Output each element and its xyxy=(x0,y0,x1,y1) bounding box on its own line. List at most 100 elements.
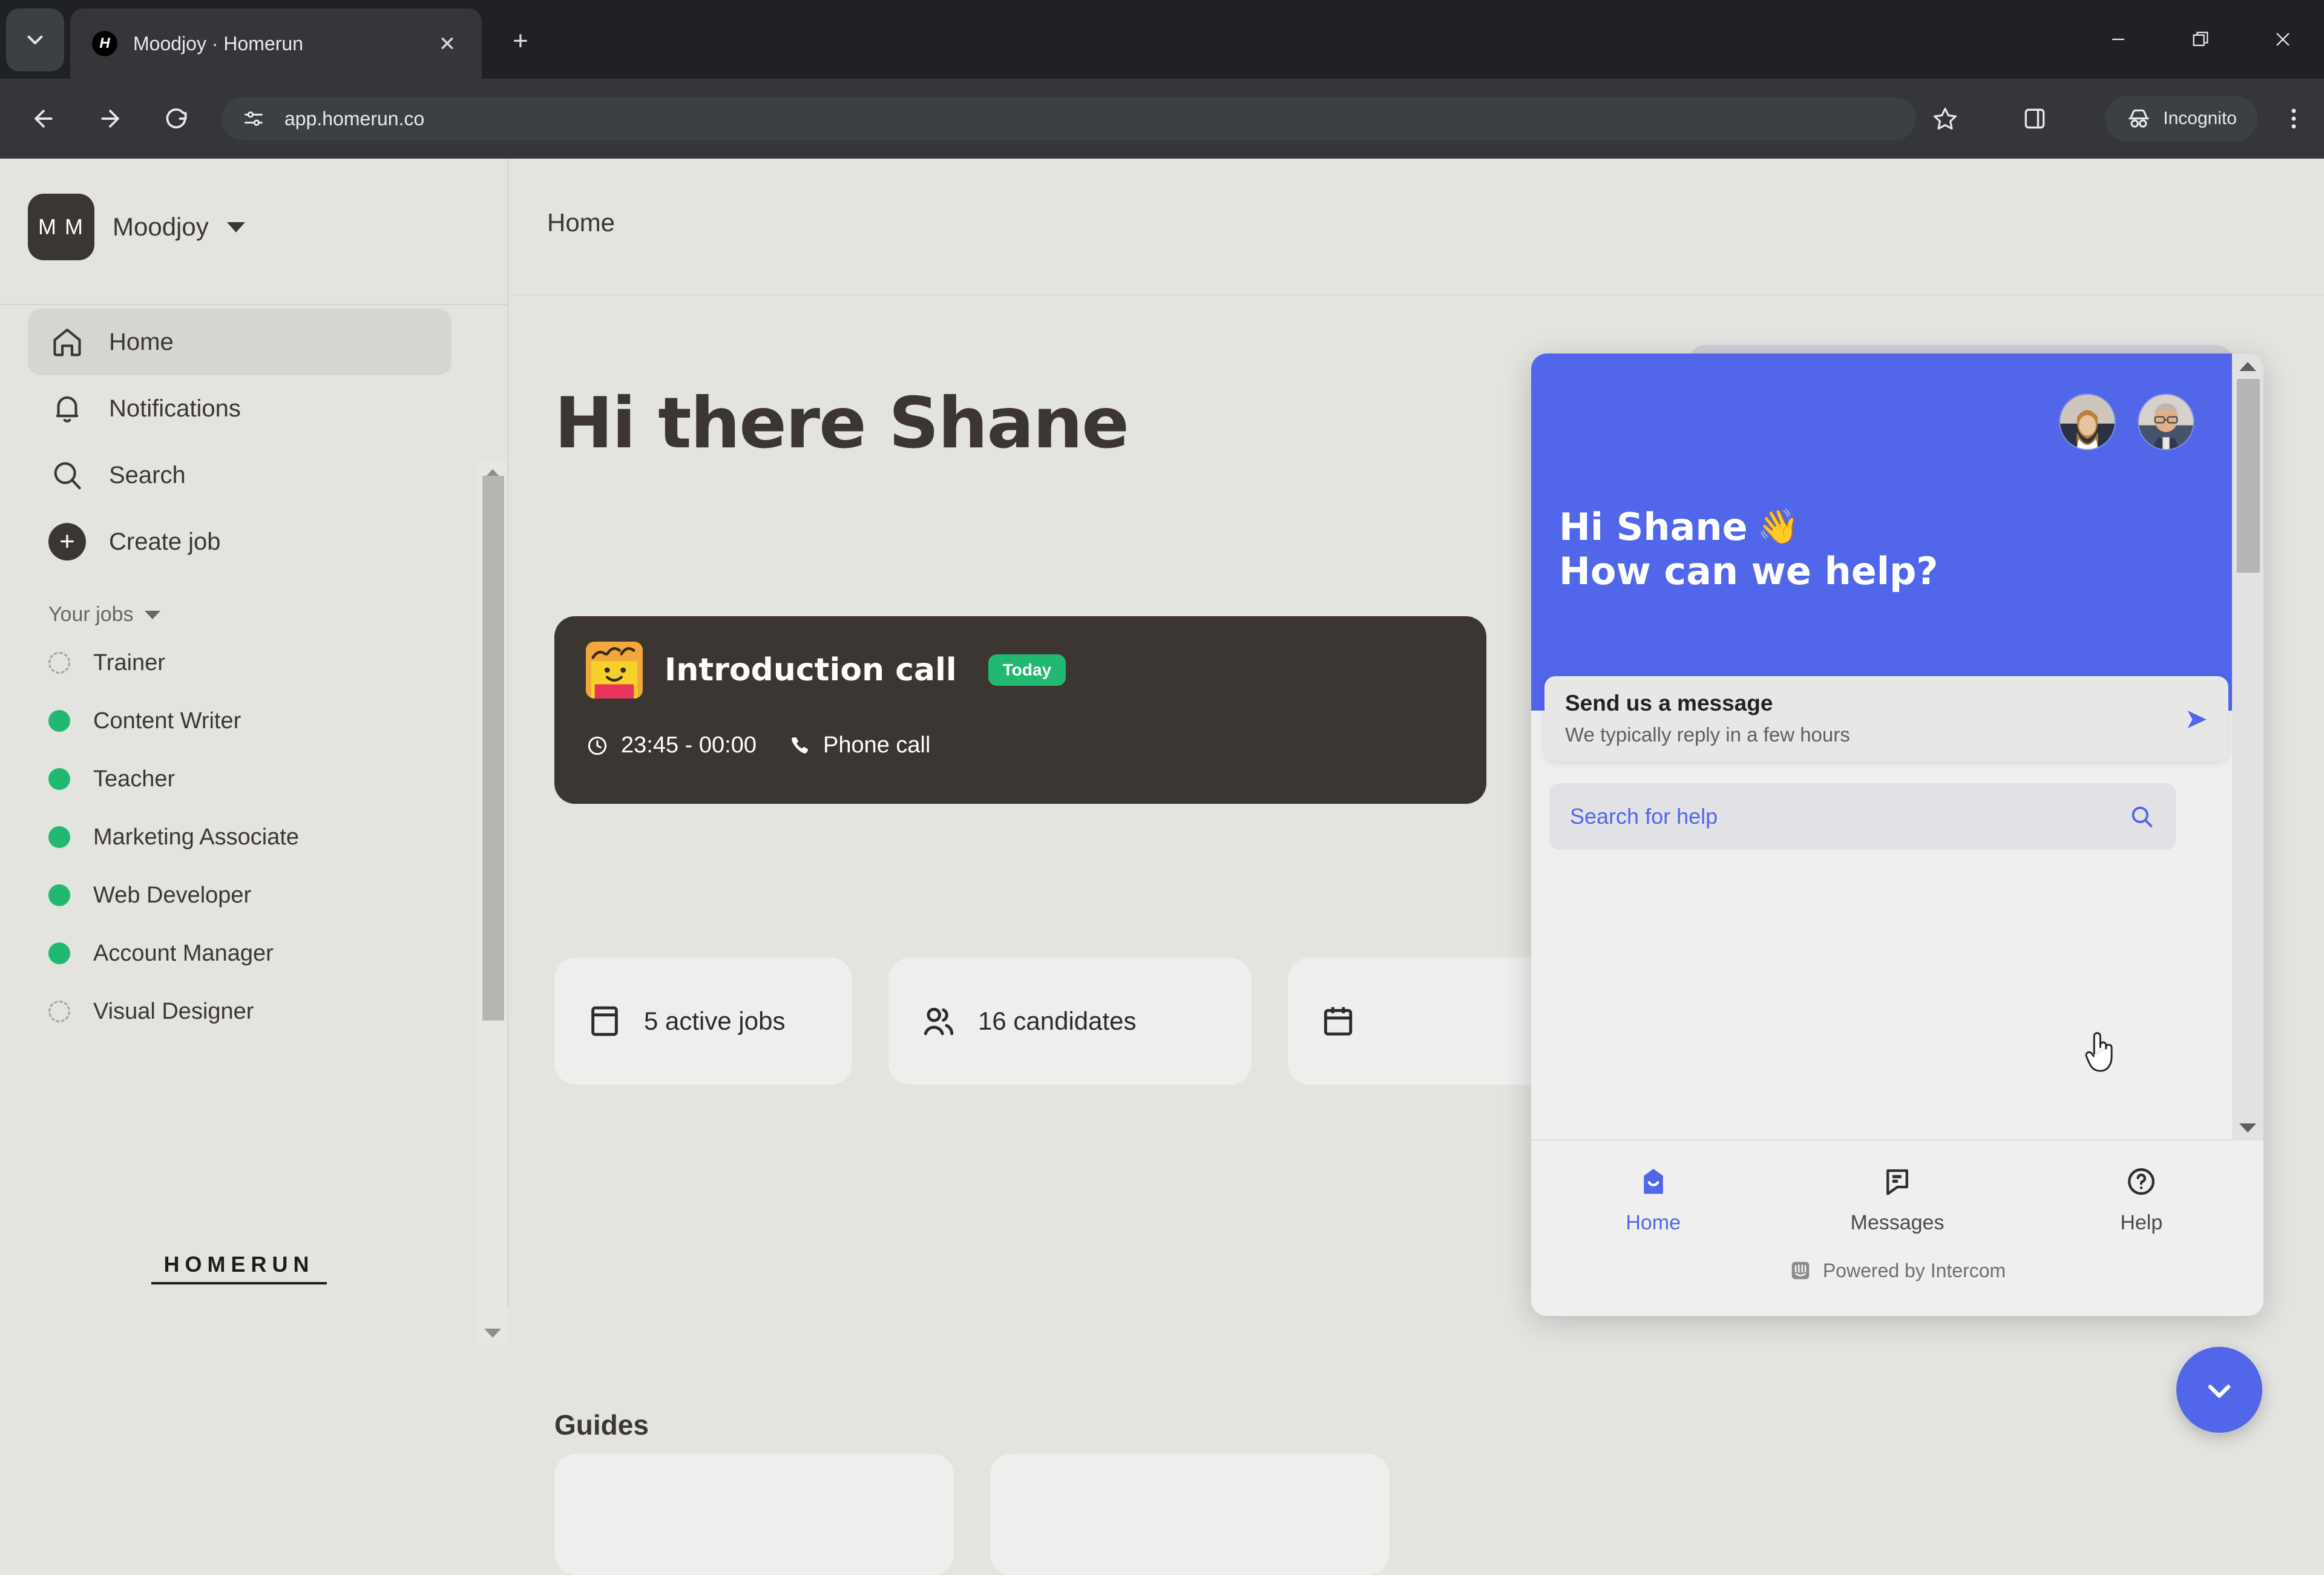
close-tab-icon[interactable]: ✕ xyxy=(435,31,460,57)
job-label: Account Manager xyxy=(93,940,274,966)
greeting-line-2: How can we help? xyxy=(1559,549,1938,594)
site-settings-icon[interactable] xyxy=(238,104,269,134)
homerun-logo: HOMERUN xyxy=(0,1252,478,1284)
messenger-tab-home[interactable]: Home xyxy=(1531,1140,1775,1259)
window-controls xyxy=(2077,0,2324,79)
window-minimize-button[interactable] xyxy=(2077,0,2159,79)
incognito-indicator[interactable]: Incognito xyxy=(2105,96,2257,142)
back-button[interactable] xyxy=(23,98,64,139)
job-label: Web Developer xyxy=(93,882,252,908)
messenger-tab-messages[interactable]: Messages xyxy=(1775,1140,2019,1259)
close-icon xyxy=(2276,33,2290,46)
list-item[interactable]: Account Manager xyxy=(0,924,478,982)
list-item[interactable]: Content Writer xyxy=(0,692,478,750)
list-item[interactable]: Visual Designer xyxy=(0,982,478,1041)
sidebar-item-create-job[interactable]: + Create job xyxy=(28,508,451,575)
status-badge: Today xyxy=(988,654,1066,686)
send-arrow-icon[interactable]: ➤ xyxy=(2184,705,2208,732)
tab-strip: H Moodjoy · Homerun ✕ + xyxy=(0,0,2324,79)
search-icon[interactable] xyxy=(2129,803,2155,830)
reload-icon xyxy=(166,108,187,129)
sidebar-item-notifications[interactable]: Notifications xyxy=(28,375,451,442)
browser-tab[interactable]: H Moodjoy · Homerun ✕ xyxy=(70,8,482,79)
status-dot-live-icon xyxy=(48,942,70,964)
guide-card[interactable] xyxy=(554,1454,954,1575)
scroll-up-icon[interactable] xyxy=(2232,355,2263,378)
greeting-line-1: Hi Shane xyxy=(1559,505,1748,549)
sidebar-scrollbar-thumb[interactable] xyxy=(482,476,504,1021)
job-label: Marketing Associate xyxy=(93,824,300,850)
guide-card[interactable] xyxy=(990,1454,1390,1575)
list-item[interactable]: Web Developer xyxy=(0,866,478,924)
candidates-icon xyxy=(924,1007,954,1036)
sidebar-divider xyxy=(0,304,508,305)
list-item[interactable]: Marketing Associate xyxy=(0,808,478,866)
tab-favicon-icon: H xyxy=(92,31,117,56)
send-message-card[interactable]: Send us a message We typically reply in … xyxy=(1544,676,2228,761)
reload-button[interactable] xyxy=(156,98,197,139)
address-bar[interactable]: app.homerun.co xyxy=(222,97,1916,140)
new-tab-button[interactable]: + xyxy=(502,23,539,59)
sidebar-scrollbar[interactable] xyxy=(478,461,507,1345)
messenger-scrollbar-thumb[interactable] xyxy=(2237,379,2260,573)
avatar xyxy=(2059,393,2116,450)
sidebar-item-label: Home xyxy=(109,328,174,355)
call-time: 23:45 - 00:00 xyxy=(586,732,757,758)
list-item[interactable]: Trainer xyxy=(0,634,478,692)
jobs-icon xyxy=(591,1006,618,1036)
side-panel-icon xyxy=(2024,108,2045,129)
call-title: Introduction call xyxy=(665,652,957,688)
your-jobs-header[interactable]: Your jobs xyxy=(48,603,478,626)
app-viewport: M M Moodjoy Home Notifications Search + … xyxy=(0,159,2324,1575)
incognito-label: Incognito xyxy=(2163,108,2237,128)
help-search-input[interactable]: Search for help xyxy=(1549,783,2176,850)
list-item[interactable]: Teacher xyxy=(0,750,478,808)
chevron-down-icon xyxy=(226,222,245,232)
restore-icon xyxy=(2193,31,2208,47)
messenger-launcher-button[interactable] xyxy=(2176,1347,2262,1433)
chrome-menu-button[interactable] xyxy=(2273,98,2314,139)
stat-card-candidates[interactable]: 16 candidates xyxy=(888,958,1252,1085)
sidebar-item-home[interactable]: Home xyxy=(28,309,451,375)
side-panel-button[interactable] xyxy=(2014,98,2055,139)
upcoming-call-card[interactable]: Introduction call Today 23:45 - 00:00 Ph… xyxy=(554,616,1486,804)
stat-card-active-jobs[interactable]: 5 active jobs xyxy=(554,958,852,1085)
tab-search-button[interactable] xyxy=(6,8,64,71)
intercom-logo-icon xyxy=(1791,1261,1810,1280)
scroll-down-icon[interactable] xyxy=(2232,1116,2263,1139)
sidebar-item-label: Notifications xyxy=(109,395,241,422)
messenger-tab-help[interactable]: Help xyxy=(2020,1140,2263,1259)
clock-icon xyxy=(588,736,607,755)
more-vertical-icon xyxy=(2291,108,2296,129)
window-close-button[interactable] xyxy=(2242,0,2324,79)
job-label: Content Writer xyxy=(93,708,241,734)
forward-button[interactable] xyxy=(90,98,131,139)
status-dot-live-icon xyxy=(48,768,70,790)
bookmark-button[interactable] xyxy=(1925,98,1966,139)
candidate-avatar-icon xyxy=(586,642,643,699)
messenger-scrollbar[interactable] xyxy=(2232,353,2263,1140)
job-label: Teacher xyxy=(93,766,176,792)
scroll-down-icon[interactable] xyxy=(478,1322,507,1344)
messenger-tab-label: Help xyxy=(2120,1211,2163,1234)
window-maximize-button[interactable] xyxy=(2159,0,2242,79)
waving-hand-icon: 👋 xyxy=(1757,507,1800,547)
incognito-icon xyxy=(2129,109,2149,128)
stat-label: 5 active jobs xyxy=(644,1007,786,1035)
org-switcher[interactable]: M M Moodjoy xyxy=(28,194,245,260)
chevron-down-icon xyxy=(2208,1384,2231,1398)
your-jobs-label: Your jobs xyxy=(48,603,134,626)
powered-by-label: Powered by Intercom xyxy=(1822,1259,2006,1281)
help-search-placeholder: Search for help xyxy=(1570,804,1718,829)
intercom-messenger: Hi Shane 👋 How can we help? Send us a me… xyxy=(1531,353,2263,1316)
status-dot-live-icon xyxy=(48,884,70,906)
phone-icon xyxy=(792,737,808,754)
intercom-home-icon xyxy=(1643,1168,1663,1194)
sidebar-item-search[interactable]: Search xyxy=(28,442,451,508)
job-label: Trainer xyxy=(93,649,165,676)
powered-by-intercom[interactable]: Powered by Intercom xyxy=(1531,1259,2263,1282)
stat-label: 16 candidates xyxy=(978,1007,1137,1035)
send-message-title: Send us a message xyxy=(1565,691,1773,715)
send-message-subtitle: We typically reply in a few hours xyxy=(1565,723,1850,746)
job-label: Visual Designer xyxy=(93,998,254,1024)
